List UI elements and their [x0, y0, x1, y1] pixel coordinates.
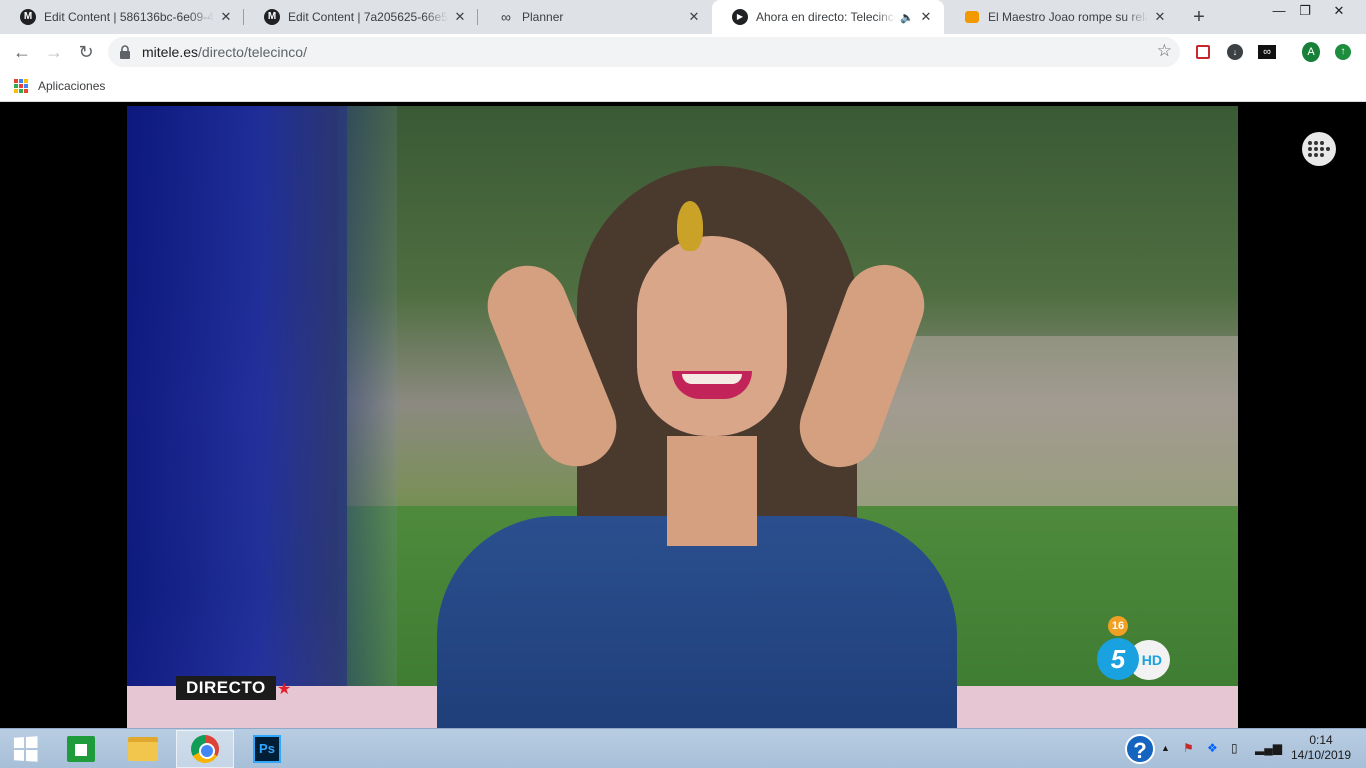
clock-date: 14/10/2019: [1290, 748, 1352, 762]
browser-toolbar: ← → ↻ mitele.es/directo/telecinco/ ☆ ↓ ∞…: [0, 34, 1366, 70]
speaker-icon[interactable]: 🔈: [900, 11, 914, 24]
taskbar-photoshop[interactable]: Ps: [238, 730, 296, 768]
windows-taskbar: Ps ? ▲ ⚑ ❖ ▯ ▂▄▆ 0:14 14/10/2019: [0, 728, 1366, 768]
video-player[interactable]: DIRECTO ★ 16 HD 5: [0, 103, 1366, 728]
dropbox-icon[interactable]: ❖: [1207, 741, 1218, 755]
infinity-extension-icon[interactable]: ∞: [1258, 43, 1276, 61]
close-icon[interactable]: ✕: [686, 9, 702, 25]
system-clock[interactable]: 0:14 14/10/2019: [1286, 733, 1356, 763]
help-icon[interactable]: ?: [1125, 734, 1155, 764]
close-icon[interactable]: ✕: [452, 9, 468, 25]
play-circle-icon: ▶: [732, 9, 748, 25]
apps-shortcut[interactable]: Aplicaciones: [14, 79, 105, 93]
download-extension-icon[interactable]: ↓: [1226, 43, 1244, 61]
bookmarks-bar: Aplicaciones: [0, 70, 1366, 102]
apps-grid-icon: [14, 79, 28, 93]
window-close-button[interactable]: ✕: [1316, 0, 1362, 30]
tab-planner[interactable]: ∞ Planner ✕: [478, 0, 712, 34]
close-icon[interactable]: ✕: [218, 9, 234, 25]
close-icon[interactable]: ✕: [1152, 9, 1168, 25]
close-icon[interactable]: ✕: [918, 9, 934, 25]
flag-icon[interactable]: ⚑: [1183, 741, 1194, 755]
live-label: DIRECTO: [176, 676, 276, 700]
update-icon[interactable]: ↑: [1334, 43, 1352, 61]
video-frame[interactable]: [127, 106, 1238, 728]
start-button[interactable]: [0, 730, 50, 768]
photoshop-icon: Ps: [253, 735, 281, 763]
url-text: mitele.es/directo/telecinco/: [142, 44, 307, 60]
forward-button[interactable]: →: [40, 38, 68, 66]
profile-avatar[interactable]: A: [1302, 42, 1320, 62]
chrome-icon: [191, 735, 219, 763]
tab-title: El Maestro Joao rompe su relac: [988, 10, 1148, 24]
bookmark-star-icon[interactable]: ☆: [1157, 41, 1172, 61]
taskbar-chrome[interactable]: [176, 730, 234, 768]
apps-label: Aplicaciones: [38, 79, 106, 93]
tab-strip: M Edit Content | 586136bc-6e09-4 ✕ M Edi…: [0, 0, 1366, 34]
reload-button[interactable]: ↻: [72, 38, 100, 66]
age-rating-badge: 16: [1108, 616, 1128, 636]
tab-title: Planner: [522, 10, 564, 24]
tab-title: Ahora en directo: Telecinco: [756, 10, 897, 24]
mitele-logo-icon: [1302, 132, 1336, 166]
store-icon: [67, 736, 95, 762]
clock-time: 0:14: [1309, 733, 1333, 747]
m-circle-icon: M: [264, 9, 280, 25]
back-button[interactable]: ←: [8, 38, 36, 66]
windows-logo-icon: [13, 736, 38, 762]
orange-tv-icon: [964, 9, 980, 25]
signal-icon[interactable]: ▂▄▆: [1255, 741, 1282, 755]
tab-edit-content-1[interactable]: M Edit Content | 586136bc-6e09-4 ✕: [0, 0, 244, 34]
m-circle-icon: M: [20, 9, 36, 25]
telecinco-logo: 5: [1097, 638, 1139, 680]
taskbar-file-explorer[interactable]: [114, 730, 172, 768]
taskbar-store[interactable]: [52, 730, 110, 768]
infinity-icon: ∞: [501, 9, 511, 25]
pocket-extension-icon[interactable]: [1194, 43, 1212, 61]
folder-icon: [128, 737, 158, 761]
tab-maestro-joao[interactable]: El Maestro Joao rompe su relac ✕: [944, 0, 1178, 34]
tab-telecinco-live[interactable]: ▶ Ahora en directo: Telecinco 🔈 ✕: [712, 0, 944, 34]
address-bar[interactable]: mitele.es/directo/telecinco/ ☆: [108, 37, 1180, 67]
tab-title: Edit Content | 586136bc-6e09-4: [44, 10, 214, 24]
lock-icon: [120, 45, 130, 59]
show-hidden-icons-icon[interactable]: ▲: [1161, 743, 1170, 753]
tab-title: Edit Content | 7a205625-66e5-4: [288, 10, 448, 24]
battery-icon[interactable]: ▯: [1231, 741, 1238, 755]
new-tab-button[interactable]: +: [1188, 6, 1210, 28]
tab-edit-content-2[interactable]: M Edit Content | 7a205625-66e5-4 ✕: [244, 0, 478, 34]
video-person: [427, 146, 987, 728]
star-icon: ★: [277, 681, 292, 698]
